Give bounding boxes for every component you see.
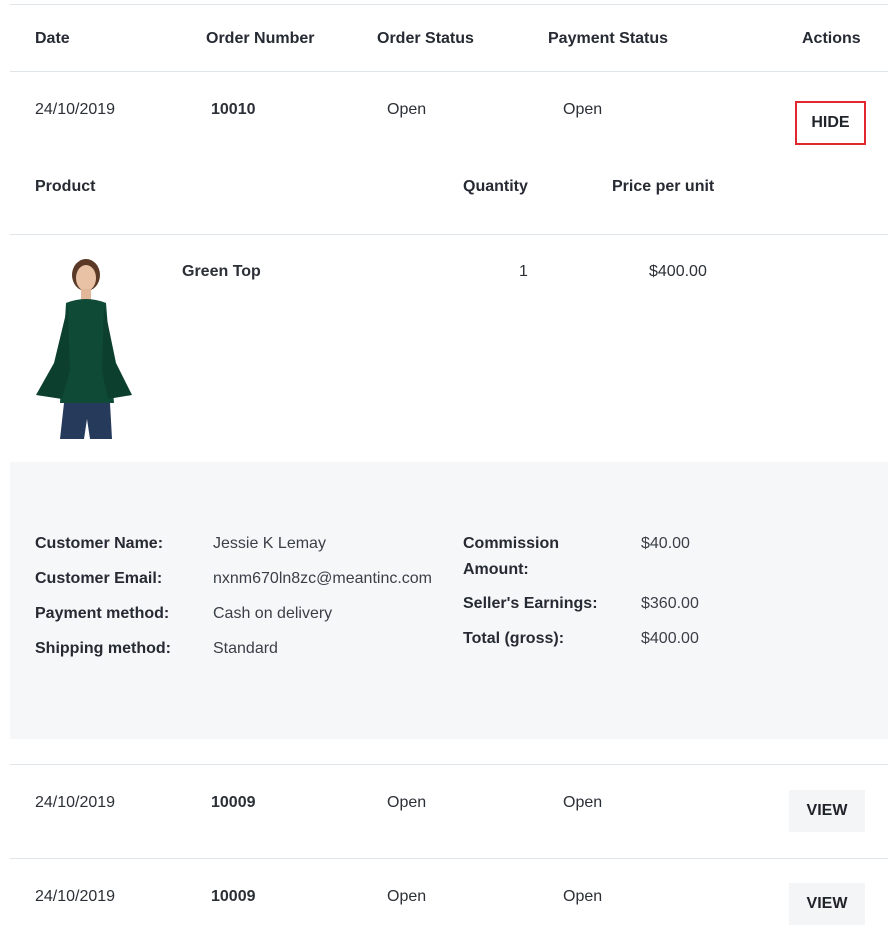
commission-label-line2: Amount: <box>463 561 529 578</box>
product-name[interactable]: Green Top <box>182 262 261 282</box>
row-divider <box>10 858 888 859</box>
row-divider <box>10 764 888 765</box>
product-header-product: Product <box>35 178 96 195</box>
view-button[interactable]: VIEW <box>789 790 865 832</box>
payment-status: Open <box>563 888 603 905</box>
product-header-quantity: Quantity <box>463 178 528 195</box>
order-status: Open <box>387 794 427 811</box>
customer-name-label: Customer Name: <box>35 535 164 552</box>
customer-name: Jessie K Lemay <box>213 535 326 552</box>
product-quantity: 1 <box>519 263 528 280</box>
top-divider <box>10 4 888 5</box>
product-header-divider <box>10 234 888 235</box>
customer-email: nxnm670ln8zc@meantinc.com <box>213 570 433 587</box>
column-header-order-number: Order Number <box>206 30 315 47</box>
seller-earnings-label: Seller's Earnings: <box>463 595 598 612</box>
product-image[interactable] <box>28 253 138 443</box>
seller-earnings: $360.00 <box>641 595 699 612</box>
customer-email-label: Customer Email: <box>35 570 163 587</box>
order-date: 24/10/2019 <box>35 794 116 811</box>
column-header-order-status: Order Status <box>377 30 474 47</box>
commission-label: Commission <box>463 535 560 552</box>
shipping-method: Standard <box>213 640 278 657</box>
order-date: 24/10/2019 <box>35 101 116 118</box>
total-gross: $400.00 <box>641 630 699 647</box>
payment-method-label: Payment method: <box>35 605 170 622</box>
order-number: 10010 <box>211 101 256 118</box>
order-details-panel <box>10 462 888 739</box>
order-number: 10009 <box>211 794 256 811</box>
order-number: 10009 <box>211 888 256 905</box>
payment-method: Cash on delivery <box>213 605 333 622</box>
product-header-price: Price per unit <box>612 178 715 195</box>
order-date: 24/10/2019 <box>35 888 116 905</box>
view-button[interactable]: VIEW <box>789 883 865 925</box>
column-header-date: Date <box>35 30 70 47</box>
column-header-payment-status: Payment Status <box>548 30 669 47</box>
order-status: Open <box>387 888 427 905</box>
header-divider <box>10 71 888 72</box>
product-price: $400.00 <box>649 263 707 280</box>
column-header-actions: Actions <box>802 30 861 47</box>
total-gross-label: Total (gross): <box>463 630 565 647</box>
shipping-method-label: Shipping method: <box>35 640 171 657</box>
hide-button[interactable]: HIDE <box>795 101 866 145</box>
payment-status: Open <box>563 101 603 118</box>
order-status: Open <box>387 101 427 118</box>
commission-amount: $40.00 <box>641 535 690 552</box>
payment-status: Open <box>563 794 603 811</box>
